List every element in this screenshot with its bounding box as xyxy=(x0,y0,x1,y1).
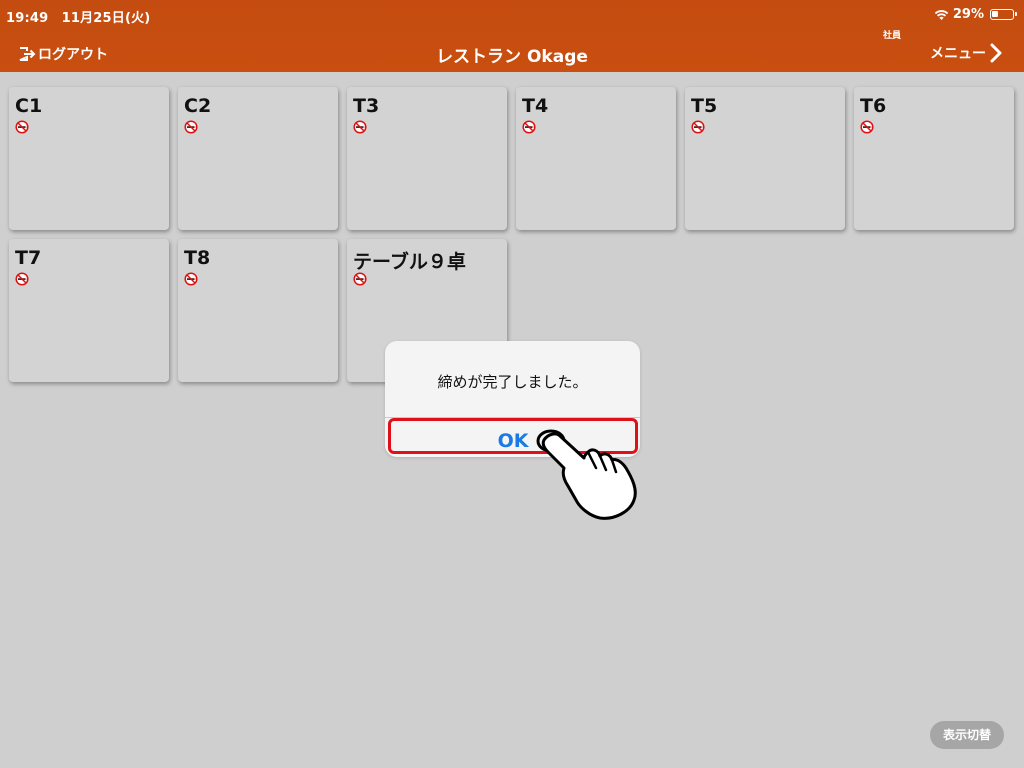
table-name: T6 xyxy=(860,95,887,117)
battery-icon xyxy=(990,9,1017,20)
no-smoking-icon xyxy=(184,272,198,286)
table-card-c2[interactable]: C2 xyxy=(178,87,338,230)
page-title: レストラン Okage xyxy=(436,47,588,67)
user-role-label: 社員 xyxy=(883,31,902,41)
toggle-view-button[interactable]: 表示切替 xyxy=(930,721,1004,749)
table-card-t6[interactable]: T6 xyxy=(854,87,1014,230)
no-smoking-icon xyxy=(353,120,367,134)
table-name: T4 xyxy=(522,95,549,117)
app-header: 19:49 11月25日(火) 29% 社員 ログアウト レストラン Okage… xyxy=(0,0,1024,72)
tap-hand-icon xyxy=(536,429,637,520)
status-time-date: 19:49 11月25日(火) xyxy=(6,11,151,26)
table-name: T5 xyxy=(691,95,718,117)
no-smoking-icon xyxy=(184,120,198,134)
table-name: C2 xyxy=(184,95,212,117)
no-smoking-icon xyxy=(691,120,705,134)
table-card-t4[interactable]: T4 xyxy=(516,87,676,230)
no-smoking-icon xyxy=(522,120,536,134)
chevron-right-icon xyxy=(990,43,1002,63)
no-smoking-icon xyxy=(15,272,29,286)
table-card-c1[interactable]: C1 xyxy=(9,87,169,230)
table-name: T3 xyxy=(353,95,380,117)
no-smoking-icon xyxy=(353,272,367,286)
wifi-icon xyxy=(934,9,949,20)
battery-percent: 29% xyxy=(952,7,984,22)
table-name: T7 xyxy=(15,247,42,269)
dialog-message: 締めが完了しました。 xyxy=(437,373,588,391)
status-indicators: 29% xyxy=(934,7,1017,22)
no-smoking-icon xyxy=(15,120,29,134)
table-card-t7[interactable]: T7 xyxy=(9,239,169,382)
no-smoking-icon xyxy=(860,120,874,134)
table-card-t8[interactable]: T8 xyxy=(178,239,338,382)
table-card-t5[interactable]: T5 xyxy=(685,87,845,230)
table-name: C1 xyxy=(15,95,43,117)
table-name: T8 xyxy=(184,247,211,269)
menu-button[interactable]: メニュー xyxy=(930,43,1002,63)
menu-label: メニュー xyxy=(930,46,986,62)
table-name: テーブル９卓 xyxy=(353,251,466,273)
table-card-t3[interactable]: T3 xyxy=(347,87,507,230)
